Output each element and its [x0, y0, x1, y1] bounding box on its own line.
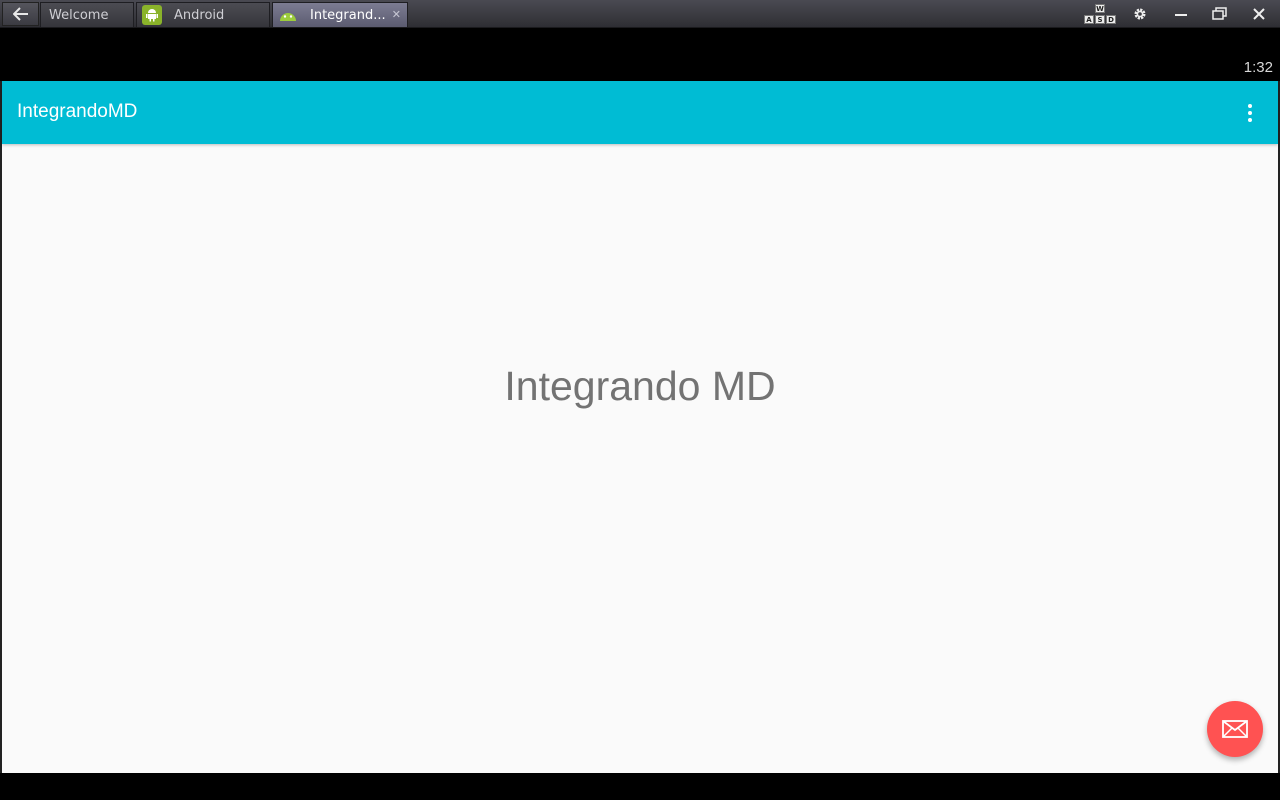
close-window-button[interactable] [1241, 2, 1277, 26]
close-icon[interactable]: ✕ [392, 8, 401, 21]
more-vert-icon [1248, 104, 1252, 108]
status-bar: 1:32 [0, 28, 1280, 81]
minimize-icon [1175, 14, 1187, 16]
app-toolbar: IntegrandoMD [2, 81, 1278, 144]
back-button[interactable] [2, 2, 39, 26]
tab-welcome[interactable]: Welcome [40, 2, 134, 27]
status-clock: 1:32 [1243, 59, 1273, 76]
overflow-menu-button[interactable] [1236, 97, 1264, 129]
fab-mail-button[interactable] [1207, 701, 1263, 757]
tab-android[interactable]: Android [136, 2, 270, 27]
app-screen: IntegrandoMD Integrando MD [2, 81, 1278, 773]
settings-button[interactable] [1122, 2, 1158, 26]
gear-icon [1134, 8, 1146, 20]
window-titlebar: Welcome Android Integrand... ✕ W A S D [0, 0, 1280, 28]
tab-integrando[interactable]: Integrand... ✕ [272, 2, 408, 27]
more-vert-icon-dot [1248, 118, 1252, 122]
keymap-key: D [1106, 15, 1116, 24]
android-nav-bar [0, 773, 1280, 800]
minimize-button[interactable] [1163, 2, 1199, 26]
android-head-icon [278, 5, 298, 25]
main-heading: Integrando MD [504, 363, 776, 409]
keymap-key: S [1095, 15, 1105, 24]
tab-label: Android [174, 7, 225, 23]
keymap-key: A [1084, 15, 1094, 24]
restore-icon [1212, 7, 1227, 20]
toolbar-title: IntegrandoMD [17, 101, 138, 122]
restore-button[interactable] [1202, 2, 1238, 26]
more-vert-icon-dot [1248, 111, 1252, 115]
tab-label: Welcome [49, 7, 109, 23]
mail-icon [1222, 720, 1248, 738]
arrow-left-icon [12, 7, 28, 21]
tab-label: Integrand... [310, 7, 386, 23]
close-icon [1253, 8, 1265, 20]
keymap-key: W [1095, 4, 1105, 13]
android-icon [142, 5, 162, 25]
keymap-button[interactable]: W A S D [1083, 4, 1117, 26]
